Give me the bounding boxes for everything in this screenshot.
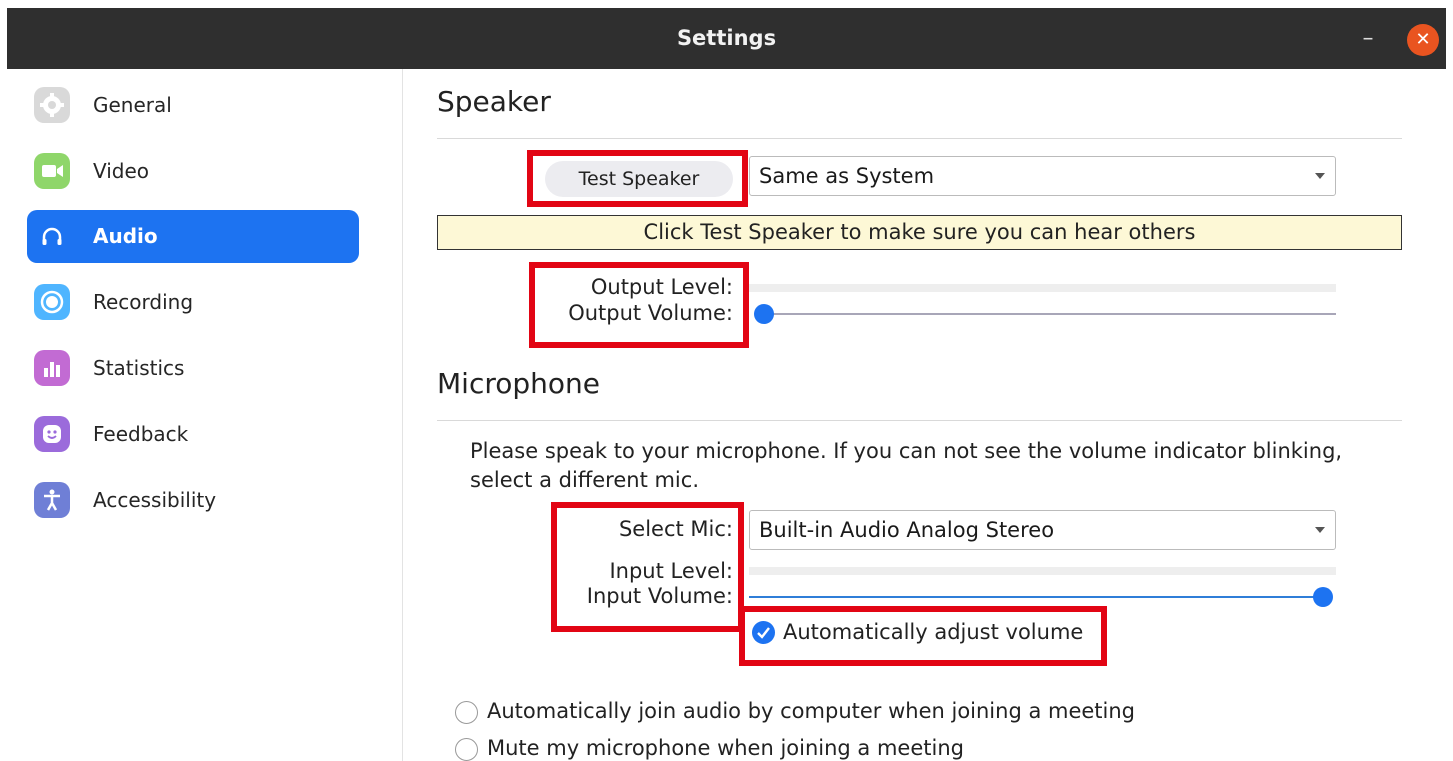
chevron-down-icon (1315, 527, 1325, 533)
microphone-device-select[interactable]: Built-in Audio Analog Stereo (749, 510, 1336, 550)
sidebar-item-label: General (93, 93, 172, 117)
output-volume-knob[interactable] (754, 304, 774, 324)
sidebar-item-video[interactable]: Video (27, 145, 359, 198)
title-bar: Settings – ✕ (7, 8, 1446, 69)
mute-on-join-checkbox[interactable] (455, 738, 478, 761)
input-volume-knob[interactable] (1313, 587, 1333, 607)
settings-sidebar: General Video Audio Recording Statistics… (7, 69, 403, 761)
sidebar-item-label: Accessibility (93, 488, 217, 512)
sidebar-item-label: Recording (93, 290, 194, 314)
accessibility-person-icon (34, 482, 70, 518)
mute-on-join-label: Mute my microphone when joining a meetin… (487, 736, 964, 760)
input-level-meter (749, 567, 1336, 575)
sidebar-item-recording[interactable]: Recording (27, 276, 359, 329)
microphone-heading: Microphone (437, 367, 600, 400)
close-button[interactable]: ✕ (1407, 24, 1439, 56)
sidebar-item-general[interactable]: General (27, 79, 359, 132)
microphone-device-value: Built-in Audio Analog Stereo (759, 518, 1055, 542)
window-title: Settings (676, 26, 777, 50)
annotation-box-mic (551, 502, 744, 632)
annotation-box-output (529, 262, 749, 348)
speaker-device-select[interactable]: Same as System (749, 156, 1336, 196)
desktop-edge (0, 0, 7, 761)
sidebar-item-label: Video (93, 159, 150, 183)
sidebar-item-statistics[interactable]: Statistics (27, 342, 359, 395)
record-icon (34, 284, 70, 320)
input-volume-track[interactable] (749, 596, 1323, 598)
sidebar-item-label: Audio (93, 224, 158, 248)
auto-join-audio-label: Automatically join audio by computer whe… (487, 699, 1136, 723)
minimize-icon: – (1362, 26, 1374, 51)
annotation-box-auto-adjust (739, 606, 1107, 666)
headphones-icon (34, 218, 70, 254)
microphone-instructions: Please speak to your microphone. If you … (470, 439, 1343, 492)
chevron-down-icon (1315, 173, 1325, 179)
sidebar-item-label: Statistics (93, 356, 185, 380)
gear-icon (34, 87, 70, 123)
audio-settings-panel: Speaker Test Speaker Same as System Clic… (404, 69, 1446, 761)
smiley-icon (34, 416, 70, 452)
video-camera-icon (34, 153, 70, 189)
speaker-hint: Click Test Speaker to make sure you can … (437, 215, 1402, 250)
annotation-box-test-speaker (527, 150, 748, 207)
sidebar-item-accessibility[interactable]: Accessibility (27, 474, 359, 527)
bar-chart-icon (34, 350, 70, 386)
close-icon: ✕ (1415, 29, 1431, 50)
microphone-divider (437, 420, 1402, 421)
speaker-divider (437, 138, 1402, 139)
sidebar-item-audio[interactable]: Audio (27, 210, 359, 263)
auto-join-audio-checkbox[interactable] (455, 701, 478, 724)
speaker-heading: Speaker (437, 85, 551, 118)
sidebar-item-label: Feedback (93, 422, 189, 446)
output-volume-track[interactable] (764, 313, 1336, 315)
output-level-meter (749, 284, 1336, 292)
sidebar-item-feedback[interactable]: Feedback (27, 408, 359, 461)
speaker-device-value: Same as System (759, 164, 935, 188)
minimize-button[interactable]: – (1357, 26, 1379, 52)
